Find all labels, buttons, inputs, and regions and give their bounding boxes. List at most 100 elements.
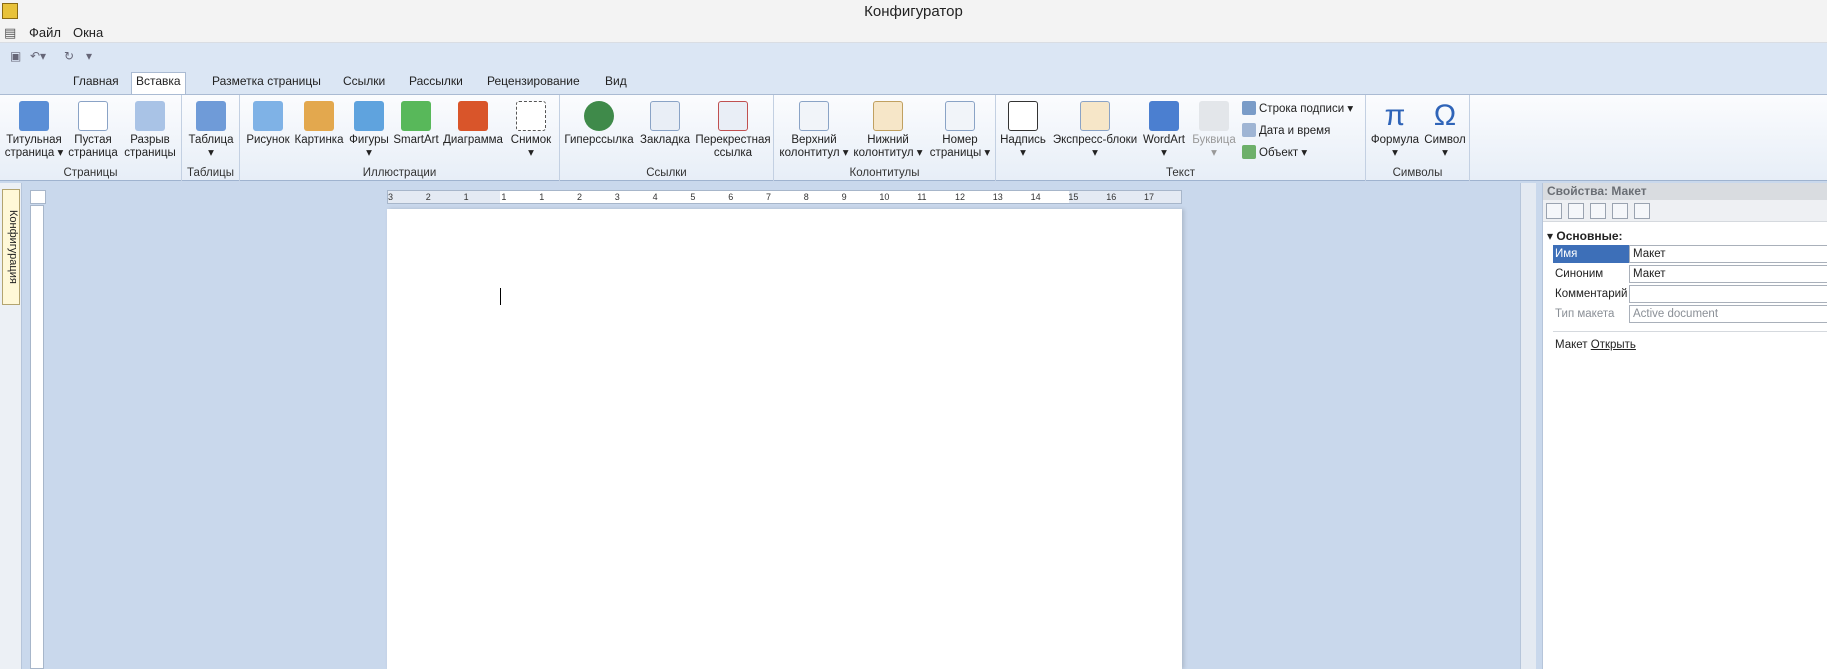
menu-file[interactable]: Файл: [29, 25, 61, 40]
customize-qat-icon[interactable]: ▾: [86, 49, 92, 63]
menu-windows[interactable]: Окна: [73, 25, 103, 40]
ruler-tick-label: 2: [425, 192, 431, 202]
ruler-tick-label: 7: [766, 192, 772, 202]
equation-button[interactable]: π Формула ▾: [1370, 101, 1420, 160]
apply-icon[interactable]: [1634, 203, 1650, 219]
property-row-comment[interactable]: Комментарий: [1553, 285, 1827, 303]
ruler-tick-label: 4: [652, 192, 658, 202]
vertical-scrollbar[interactable]: [1520, 183, 1536, 669]
ruler-tick-label: 17: [1144, 192, 1155, 202]
system-menu-icon[interactable]: ▤: [4, 25, 16, 41]
date-time-button[interactable]: Дата и время: [1242, 122, 1330, 140]
blank-page-button[interactable]: Пустая страница: [66, 101, 120, 160]
header-button[interactable]: Верхний колонтитул ▾: [778, 101, 850, 160]
cancel-icon[interactable]: [1612, 203, 1628, 219]
smartart-icon: [401, 101, 431, 131]
picture-icon: [253, 101, 283, 131]
group-label-text: Текст: [1166, 167, 1195, 179]
document-page[interactable]: [387, 209, 1182, 669]
left-panel-tab: Конфигурация: [0, 183, 22, 669]
ruler-tick-label: 15: [1068, 192, 1079, 202]
filter-icon[interactable]: [1590, 203, 1606, 219]
picture-button[interactable]: Рисунок: [246, 101, 290, 147]
horizontal-ruler[interactable]: 3 2 1 1 1 2 3 4 5 6 7 8 9 10 11 12 13 14 15 16 17: [387, 190, 1182, 204]
tab-view[interactable]: Вид: [601, 73, 631, 94]
calendar-icon: [1242, 123, 1256, 137]
cross-reference-button[interactable]: Перекрестная ссылка: [694, 101, 772, 160]
undo-icon[interactable]: ↶▾: [30, 49, 46, 63]
group-tables: Таблица ▾ Таблицы: [182, 95, 240, 181]
sort-icon[interactable]: [1546, 203, 1562, 219]
divider: [1553, 331, 1827, 332]
section-main[interactable]: ▾ Основные:: [1547, 229, 1623, 243]
textbox-button[interactable]: Надпись ▾: [1000, 101, 1046, 160]
tab-review[interactable]: Рецензирование: [483, 73, 584, 94]
tab-references[interactable]: Ссылки: [339, 73, 389, 94]
screenshot-icon: [516, 101, 546, 131]
ruler-tick-label: 11: [917, 192, 927, 202]
signature-line-button[interactable]: Строка подписи ▾: [1242, 100, 1353, 118]
symbol-button[interactable]: Ω Символ ▾: [1422, 101, 1468, 160]
dropcap-button[interactable]: Буквица ▾: [1190, 101, 1238, 160]
ruler-tick-label: 3: [614, 192, 620, 202]
table-button[interactable]: Таблица ▾: [186, 101, 236, 160]
save-icon[interactable]: ▣: [10, 49, 21, 63]
hyperlink-button[interactable]: Гиперссылка: [564, 101, 634, 147]
cover-page-icon: [19, 101, 49, 131]
ruler-tick-label: 14: [1030, 192, 1041, 202]
group-symbols: π Формула ▾ Ω Символ ▾ Символы: [1366, 95, 1470, 181]
ruler-tick-label: 9: [841, 192, 847, 202]
comment-field[interactable]: [1629, 285, 1827, 303]
object-button[interactable]: Объект ▾: [1242, 144, 1307, 162]
screenshot-button[interactable]: Снимок ▾: [508, 101, 554, 160]
pi-icon: π: [1384, 99, 1406, 132]
wordart-icon: [1149, 101, 1179, 131]
ruler-tick-label: 6: [728, 192, 734, 202]
tab-insert[interactable]: Вставка: [131, 72, 186, 95]
page-number-icon: [945, 101, 975, 131]
page-number-button[interactable]: Номер страницы ▾: [926, 101, 994, 160]
name-field[interactable]: Макет: [1629, 245, 1827, 263]
globe-icon: [584, 101, 614, 131]
tab-stop-selector[interactable]: [30, 190, 46, 204]
group-label-symbols: Символы: [1392, 167, 1443, 179]
vertical-ruler[interactable]: [30, 205, 44, 669]
smartart-button[interactable]: SmartArt: [393, 101, 439, 147]
shapes-button[interactable]: Фигуры ▾: [348, 101, 390, 160]
quick-parts-button[interactable]: Экспресс-блоки ▾: [1052, 101, 1138, 160]
tab-home[interactable]: Главная: [69, 73, 123, 94]
open-link[interactable]: Открыть: [1591, 339, 1636, 351]
table-icon: [196, 101, 226, 131]
redo-icon[interactable]: ↻: [64, 49, 74, 63]
clipart-icon: [304, 101, 334, 131]
chart-button[interactable]: Диаграмма: [442, 101, 504, 147]
tab-page-layout[interactable]: Разметка страницы: [208, 73, 325, 94]
ruler-tick-label: 12: [955, 192, 966, 202]
bookmark-button[interactable]: Закладка: [638, 101, 692, 147]
wordart-button[interactable]: WordArt ▾: [1140, 101, 1188, 160]
ruler-tick-label: 16: [1106, 192, 1117, 202]
ruler-tick-label: 8: [803, 192, 809, 202]
cross-reference-icon: [718, 101, 748, 131]
group-links: Гиперссылка Закладка Перекрестная ссылка …: [560, 95, 774, 181]
categories-icon[interactable]: [1568, 203, 1584, 219]
property-row-name[interactable]: Имя Макет: [1553, 245, 1827, 263]
cover-page-button[interactable]: Титульная страница ▾: [4, 101, 64, 160]
group-label-header-footer: Колонтитулы: [849, 167, 920, 179]
footer-icon: [873, 101, 903, 131]
signature-icon: [1242, 101, 1256, 115]
properties-toolbar: [1543, 200, 1827, 222]
ribbon: Титульная страница ▾ Пустая страница Разры…: [0, 94, 1827, 181]
configuration-tab[interactable]: Конфигурация: [2, 189, 20, 305]
group-label-pages: Страницы: [63, 167, 118, 179]
text-cursor: [500, 288, 501, 305]
property-row-synonym[interactable]: Синоним Макет: [1553, 265, 1827, 283]
group-header-footer: Верхний колонтитул ▾ Нижний колонтитул ▾ Н…: [774, 95, 996, 181]
clipart-button[interactable]: Картинка: [294, 101, 344, 147]
object-icon: [1242, 145, 1256, 159]
ruler-tick-label: 1: [539, 192, 545, 202]
synonym-field[interactable]: Макет: [1629, 265, 1827, 283]
footer-button[interactable]: Нижний колонтитул ▾: [852, 101, 924, 160]
tab-mailings[interactable]: Рассылки: [405, 73, 467, 94]
page-break-button[interactable]: Разрыв страницы: [122, 101, 178, 160]
